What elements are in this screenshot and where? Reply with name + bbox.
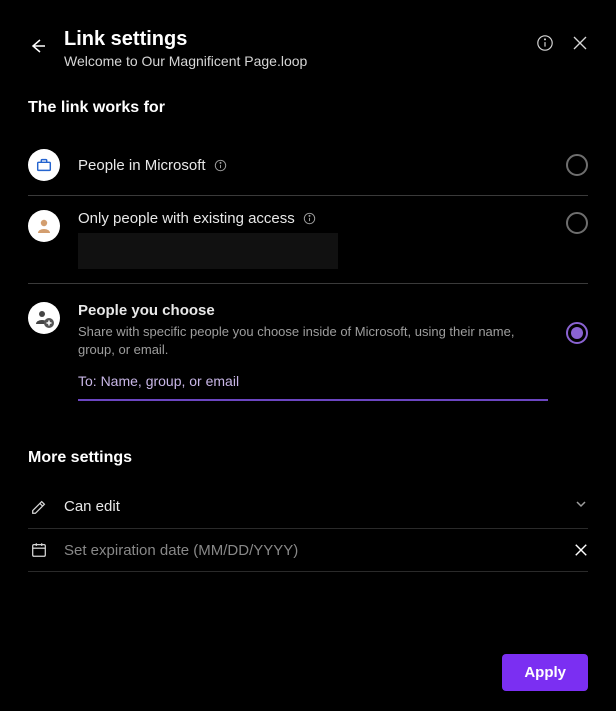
- expiration-setting[interactable]: Set expiration date (MM/DD/YYYY): [28, 529, 588, 572]
- option-label-text: People in Microsoft: [78, 157, 206, 174]
- person-existing-icon: [28, 210, 60, 242]
- option-content: People you choose Share with specific pe…: [78, 302, 548, 401]
- option-content: People in Microsoft: [78, 157, 548, 174]
- pencil-icon: [28, 498, 50, 516]
- header-titles: Link settings Welcome to Our Magnificent…: [64, 28, 520, 69]
- expiration-placeholder: Set expiration date (MM/DD/YYYY): [64, 542, 560, 559]
- radio-unselected[interactable]: [566, 212, 588, 234]
- link-settings-dialog: Link settings Welcome to Our Magnificent…: [0, 0, 616, 711]
- dialog-subtitle: Welcome to Our Magnificent Page.loop: [64, 53, 520, 69]
- dialog-header: Link settings Welcome to Our Magnificent…: [28, 20, 588, 69]
- calendar-icon: [28, 541, 50, 559]
- chevron-down-icon: [574, 497, 588, 516]
- briefcase-icon: [28, 149, 60, 181]
- link-works-for-heading: The link works for: [28, 99, 588, 117]
- option-description: Share with specific people you choose in…: [78, 323, 548, 359]
- option-label-text: Only people with existing access: [78, 210, 295, 227]
- close-icon: [574, 543, 588, 557]
- clear-expiration-button[interactable]: [574, 543, 588, 557]
- option-content: Only people with existing access: [78, 210, 548, 269]
- option-people-in-org[interactable]: People in Microsoft: [28, 135, 588, 196]
- info-icon[interactable]: [303, 212, 316, 225]
- option-people-you-choose[interactable]: People you choose Share with specific pe…: [28, 284, 588, 401]
- recipient-input[interactable]: [78, 373, 548, 389]
- permission-setting[interactable]: Can edit: [28, 485, 588, 529]
- option-label: People you choose: [78, 302, 548, 319]
- to-field: [78, 373, 548, 401]
- info-icon: [536, 34, 554, 52]
- dialog-footer: Apply: [28, 634, 588, 691]
- permission-label: Can edit: [64, 498, 560, 515]
- header-actions: [536, 28, 588, 52]
- more-settings-section: More settings Can edit: [28, 449, 588, 572]
- person-add-icon: [28, 302, 60, 334]
- radio-selected[interactable]: [566, 322, 588, 344]
- back-button[interactable]: [28, 28, 48, 64]
- info-icon[interactable]: [214, 159, 227, 172]
- option-existing-access[interactable]: Only people with existing access: [28, 196, 588, 284]
- option-label: People in Microsoft: [78, 157, 548, 174]
- close-button[interactable]: [572, 35, 588, 51]
- more-settings-heading: More settings: [28, 449, 588, 467]
- dialog-title: Link settings: [64, 28, 520, 51]
- radio-unselected[interactable]: [566, 154, 588, 176]
- arrow-left-icon: [28, 36, 48, 56]
- apply-button[interactable]: Apply: [502, 654, 588, 691]
- redacted-area: [78, 233, 338, 269]
- info-button[interactable]: [536, 34, 554, 52]
- close-icon: [572, 35, 588, 51]
- option-label: Only people with existing access: [78, 210, 548, 227]
